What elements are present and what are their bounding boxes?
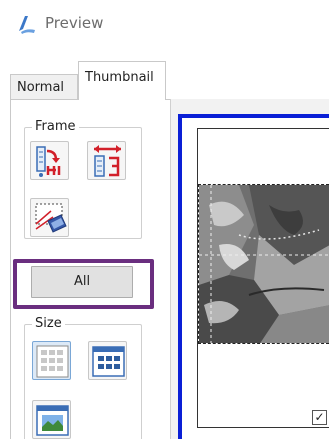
tab-thumbnail[interactable]: Thumbnail [78, 61, 166, 100]
thumbnail-small-grid-icon [36, 345, 69, 378]
frame-horizontal-arrange-icon [94, 145, 121, 177]
frame-vertical-arrange-icon [36, 146, 61, 177]
thumbnail-medium-grid-icon [92, 346, 125, 377]
frame-horizontal-arrange-button[interactable] [87, 141, 126, 180]
frame-vertical-arrange-button[interactable] [30, 141, 69, 180]
preview-app-icon [19, 16, 35, 34]
tab-normal[interactable]: Normal [10, 74, 78, 100]
frame-select-area-button[interactable] [30, 198, 69, 237]
frame-select-area-icon [35, 203, 67, 233]
thumbnail-photo [198, 184, 329, 344]
thumbnail-small-button[interactable] [32, 341, 71, 380]
all-button[interactable]: All [31, 266, 133, 298]
thumbnail-large-button[interactable] [32, 400, 71, 439]
photo-image [199, 185, 329, 343]
window-title: Preview [45, 14, 104, 32]
frame-group-label: Frame [32, 119, 79, 134]
thumbnail-medium-button[interactable] [88, 341, 127, 380]
thumbnail-checkbox[interactable]: ✓ [312, 410, 327, 425]
thumbnail-large-icon [36, 405, 69, 436]
size-group-label: Size [32, 316, 65, 331]
title-bar: Preview [0, 0, 329, 50]
